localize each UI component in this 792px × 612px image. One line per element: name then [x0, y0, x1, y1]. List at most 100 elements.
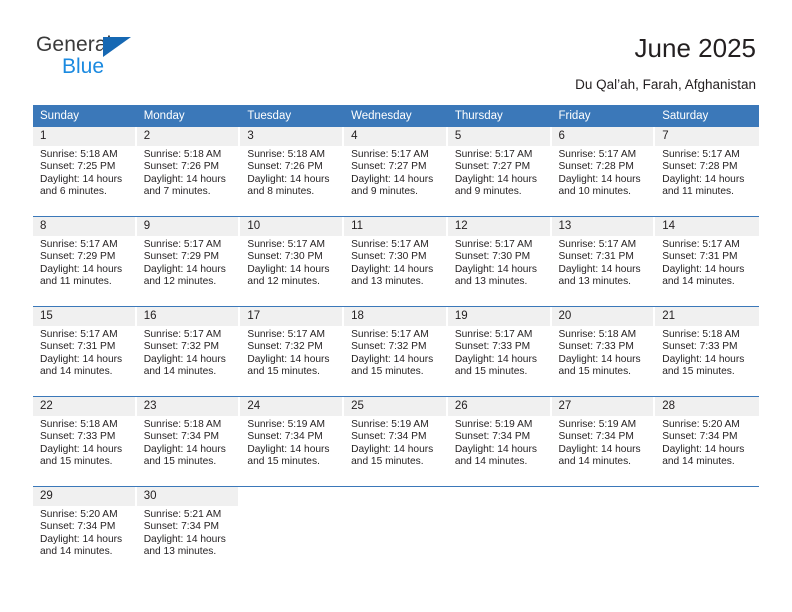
day-cell-inner: 8 Sunrise: 5:17 AM Sunset: 7:29 PM Daylight… [33, 217, 137, 306]
calendar-day-cell[interactable]: 12 Sunrise: 5:17 AM Sunset: 7:30 PM Dayligh… [447, 216, 552, 307]
sunset-time: Sunset: 7:33 PM [558, 341, 634, 353]
calendar-day-cell[interactable]: 26 Sunrise: 5:19 AM Sunset: 7:34 PM Dayligh… [447, 396, 552, 487]
sunset-time: Sunset: 7:31 PM [662, 251, 738, 263]
sunset-time: Sunset: 7:32 PM [143, 341, 220, 353]
day-number: 12 [447, 217, 550, 236]
sunset-time: Sunset: 7:34 PM [143, 431, 220, 443]
day-number: 17 [240, 307, 343, 326]
weekday-header-sunday: Sunday [33, 105, 137, 127]
calendar-day-cell[interactable]: 10 Sunrise: 5:17 AM Sunset: 7:30 PM Dayligh… [240, 216, 345, 307]
weekday-header-tuesday: Tuesday [240, 105, 345, 127]
sunset-time: Sunset: 7:33 PM [662, 341, 738, 353]
calendar-day-cell[interactable]: 24 Sunrise: 5:19 AM Sunset: 7:34 PM Dayligh… [240, 396, 345, 487]
daylight-duration-line1: Daylight: 14 hours [247, 173, 330, 185]
day-cell-inner: 4 Sunrise: 5:17 AM Sunset: 7:27 PM Daylight… [344, 127, 448, 216]
sunset-time: Sunset: 7:34 PM [143, 521, 220, 533]
sunset-time: Sunset: 7:29 PM [40, 251, 116, 263]
day-number: 18 [344, 307, 446, 326]
day-cell-inner [551, 487, 656, 576]
day-cell-inner: 16 Sunrise: 5:17 AM Sunset: 7:32 PM Dayligh… [136, 307, 241, 396]
calendar-day-cell[interactable]: 25 Sunrise: 5:19 AM Sunset: 7:34 PM Dayligh… [344, 396, 448, 487]
sunset-time: Sunset: 7:33 PM [40, 431, 116, 443]
daylight-duration-line2: and 9 minutes. [351, 186, 418, 198]
calendar-day-cell[interactable]: 18 Sunrise: 5:17 AM Sunset: 7:32 PM Dayligh… [344, 306, 448, 397]
calendar-day-cell[interactable]: 4 Sunrise: 5:17 AM Sunset: 7:27 PM Daylight… [344, 127, 448, 217]
day-details: Sunrise: 5:17 AM Sunset: 7:33 PM Daylight:… [448, 326, 550, 379]
general-blue-logo[interactable]: General Blue [36, 33, 236, 81]
sunrise-time: Sunrise: 5:17 AM [40, 239, 118, 250]
daylight-duration-line2: and 15 minutes. [40, 456, 113, 468]
daylight-duration-line1: Daylight: 14 hours [351, 263, 434, 275]
sunrise-time: Sunrise: 5:17 AM [454, 149, 533, 160]
page-title: June 2025 [634, 33, 756, 63]
day-details: Sunrise: 5:17 AM Sunset: 7:30 PM Daylight:… [344, 236, 446, 289]
sunrise-time: Sunrise: 5:17 AM [454, 329, 533, 340]
calendar-day-cell[interactable]: 11 Sunrise: 5:17 AM Sunset: 7:30 PM Dayligh… [344, 216, 448, 307]
calendar-day-cell[interactable]: 29 Sunrise: 5:20 AM Sunset: 7:34 PM Dayligh… [33, 486, 137, 576]
calendar-week-row: 15 Sunrise: 5:17 AM Sunset: 7:31 PM Dayligh… [33, 306, 759, 397]
day-number: 10 [240, 217, 343, 236]
calendar-day-cell[interactable]: 20 Sunrise: 5:18 AM Sunset: 7:33 PM Dayligh… [551, 306, 656, 397]
day-cell-inner: 10 Sunrise: 5:17 AM Sunset: 7:30 PM Dayligh… [240, 217, 345, 306]
day-number: 30 [136, 487, 239, 506]
day-number: 19 [447, 307, 550, 326]
calendar-day-cell[interactable]: 19 Sunrise: 5:17 AM Sunset: 7:33 PM Dayligh… [447, 306, 552, 397]
weekday-header-wednesday: Wednesday [344, 105, 448, 127]
daylight-duration-line2: and 10 minutes. [558, 186, 632, 198]
calendar-day-cell[interactable]: 17 Sunrise: 5:17 AM Sunset: 7:32 PM Dayligh… [240, 306, 345, 397]
day-number: 28 [655, 397, 759, 416]
calendar-day-cell[interactable]: 1 Sunrise: 5:18 AM Sunset: 7:25 PM Daylight… [33, 127, 137, 217]
sunrise-time: Sunrise: 5:18 AM [662, 329, 740, 340]
calendar-day-cell[interactable]: 13 Sunrise: 5:17 AM Sunset: 7:31 PM Dayligh… [551, 216, 656, 307]
day-details: Sunrise: 5:17 AM Sunset: 7:29 PM Daylight:… [33, 236, 135, 289]
daylight-duration-line2: and 15 minutes. [351, 456, 424, 468]
sunset-time: Sunset: 7:34 PM [351, 431, 427, 443]
day-number: 27 [551, 397, 654, 416]
calendar-day-cell[interactable]: 5 Sunrise: 5:17 AM Sunset: 7:27 PM Daylight… [447, 127, 552, 217]
calendar-day-cell[interactable]: 6 Sunrise: 5:17 AM Sunset: 7:28 PM Daylight… [551, 127, 656, 217]
day-details: Sunrise: 5:20 AM Sunset: 7:34 PM Daylight:… [655, 416, 759, 469]
sunrise-time: Sunrise: 5:17 AM [40, 329, 118, 340]
calendar-day-cell[interactable]: 23 Sunrise: 5:18 AM Sunset: 7:34 PM Dayligh… [136, 396, 241, 487]
day-details: Sunrise: 5:19 AM Sunset: 7:34 PM Daylight:… [240, 416, 342, 469]
sunset-time: Sunset: 7:27 PM [351, 161, 427, 173]
calendar-day-cell[interactable]: 21 Sunrise: 5:18 AM Sunset: 7:33 PM Dayligh… [655, 306, 759, 397]
day-number: 11 [344, 217, 446, 236]
calendar-day-cell[interactable]: 27 Sunrise: 5:19 AM Sunset: 7:34 PM Dayligh… [551, 396, 656, 487]
calendar-day-cell[interactable]: 22 Sunrise: 5:18 AM Sunset: 7:33 PM Dayligh… [33, 396, 137, 487]
sunrise-time: Sunrise: 5:17 AM [662, 149, 740, 160]
calendar-day-cell[interactable]: 30 Sunrise: 5:21 AM Sunset: 7:34 PM Dayligh… [136, 486, 241, 576]
day-details: Sunrise: 5:17 AM Sunset: 7:32 PM Daylight:… [344, 326, 446, 379]
sunrise-time: Sunrise: 5:17 AM [351, 239, 429, 250]
calendar-day-cell[interactable]: 2 Sunrise: 5:18 AM Sunset: 7:26 PM Daylight… [136, 127, 241, 217]
daylight-duration-line2: and 14 minutes. [662, 456, 735, 468]
day-details: Sunrise: 5:17 AM Sunset: 7:32 PM Daylight:… [137, 326, 239, 379]
calendar-day-cell-empty [655, 486, 759, 576]
calendar-day-cell[interactable]: 16 Sunrise: 5:17 AM Sunset: 7:32 PM Dayligh… [136, 306, 241, 397]
calendar-day-cell[interactable]: 8 Sunrise: 5:17 AM Sunset: 7:29 PM Daylight… [33, 216, 137, 307]
day-cell-inner: 22 Sunrise: 5:18 AM Sunset: 7:33 PM Dayligh… [33, 397, 137, 486]
calendar-day-cell[interactable]: 28 Sunrise: 5:20 AM Sunset: 7:34 PM Dayligh… [655, 396, 759, 487]
sunrise-time: Sunrise: 5:17 AM [143, 329, 222, 340]
calendar-day-cell[interactable]: 14 Sunrise: 5:17 AM Sunset: 7:31 PM Dayligh… [655, 216, 759, 307]
sunrise-time: Sunrise: 5:17 AM [351, 149, 429, 160]
calendar-day-cell[interactable]: 15 Sunrise: 5:17 AM Sunset: 7:31 PM Dayligh… [33, 306, 137, 397]
daylight-duration-line2: and 14 minutes. [40, 366, 113, 378]
daylight-duration-line2: and 12 minutes. [247, 276, 320, 288]
day-number: 15 [33, 307, 135, 326]
daylight-duration-line1: Daylight: 14 hours [454, 173, 537, 185]
day-cell-inner [344, 487, 448, 576]
day-details: Sunrise: 5:17 AM Sunset: 7:31 PM Daylight:… [655, 236, 759, 289]
calendar-day-cell[interactable]: 3 Sunrise: 5:18 AM Sunset: 7:26 PM Daylight… [240, 127, 345, 217]
calendar-day-cell-empty [551, 486, 656, 576]
daylight-duration-line2: and 14 minutes. [40, 546, 113, 558]
day-number: 25 [344, 397, 446, 416]
day-cell-inner: 9 Sunrise: 5:17 AM Sunset: 7:29 PM Daylight… [136, 217, 241, 306]
sunrise-time: Sunrise: 5:19 AM [454, 419, 533, 430]
daylight-duration-line2: and 11 minutes. [40, 276, 112, 288]
sunrise-time: Sunrise: 5:18 AM [558, 329, 637, 340]
day-number: 21 [655, 307, 759, 326]
day-cell-inner: 17 Sunrise: 5:17 AM Sunset: 7:32 PM Dayligh… [240, 307, 345, 396]
calendar-day-cell[interactable]: 7 Sunrise: 5:17 AM Sunset: 7:28 PM Daylight… [655, 127, 759, 217]
calendar-day-cell[interactable]: 9 Sunrise: 5:17 AM Sunset: 7:29 PM Daylight… [136, 216, 241, 307]
